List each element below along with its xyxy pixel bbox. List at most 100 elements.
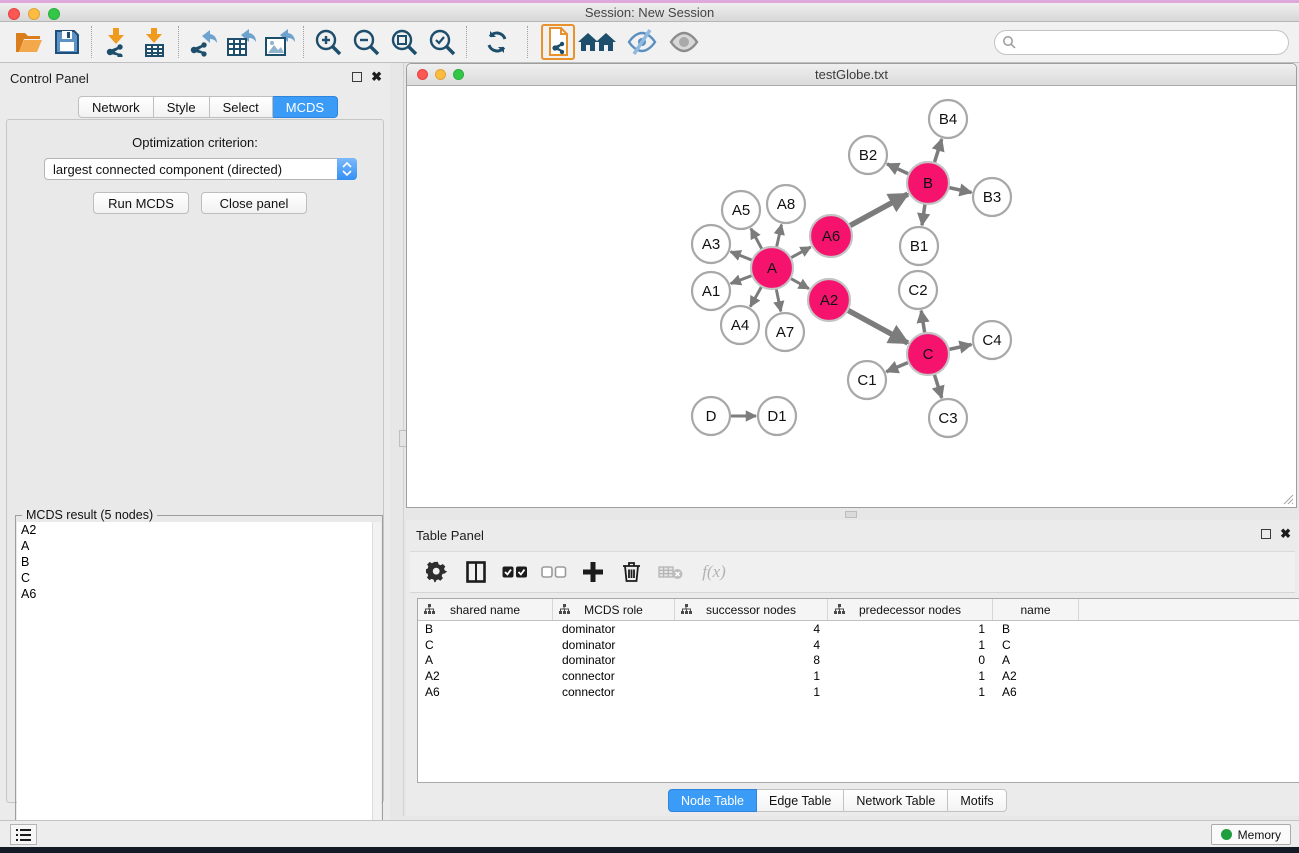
export-image-icon[interactable] (260, 24, 298, 60)
criterion-dropdown[interactable]: largest connected component (directed) (44, 158, 357, 180)
table-row[interactable]: A2connector11A2 (418, 668, 1299, 684)
table-cell[interactable]: connector (553, 685, 675, 699)
table-cell[interactable]: A2 (418, 669, 553, 683)
delete-icon[interactable] (613, 554, 650, 590)
tab-edge-table[interactable]: Edge Table (757, 789, 844, 812)
attribute-icon (681, 604, 692, 615)
table-cell[interactable]: A (993, 653, 1079, 667)
table-row[interactable]: Cdominator41C (418, 637, 1299, 653)
mcds-result-list[interactable]: A2ABCA6 (17, 522, 372, 853)
tab-mcds[interactable]: MCDS (273, 96, 338, 118)
column-header[interactable]: shared name (418, 599, 553, 620)
delete-table-icon[interactable] (652, 554, 689, 590)
export-network-icon[interactable] (184, 24, 222, 60)
close-panel-button[interactable]: Close panel (201, 192, 307, 214)
deselect-all-icon[interactable] (535, 554, 572, 590)
table-cell[interactable]: A (418, 653, 553, 667)
export-table-icon[interactable] (222, 24, 260, 60)
toolbar-separator (527, 26, 528, 58)
table-cell[interactable]: B (418, 622, 553, 636)
network-graph[interactable]: B4B2BB3B1C2A5A8A3A6AA1A2A4A7C4CC1C3DD1 (407, 86, 1296, 507)
table-cell[interactable]: 1 (828, 669, 993, 683)
table-cell[interactable]: 1 (828, 685, 993, 699)
zoom-in-icon[interactable] (309, 24, 347, 60)
table-cell[interactable]: dominator (553, 622, 675, 636)
zoom-fit-icon[interactable] (385, 24, 423, 60)
float-panel-icon[interactable] (352, 72, 362, 82)
table-row[interactable]: A6connector11A6 (418, 684, 1299, 700)
network-file-icon[interactable] (541, 24, 575, 60)
table-cell[interactable]: 1 (828, 638, 993, 652)
tab-node-table[interactable]: Node Table (668, 789, 757, 812)
add-icon[interactable] (574, 554, 611, 590)
table-cell[interactable]: 0 (828, 653, 993, 667)
memory-button[interactable]: Memory (1211, 824, 1291, 845)
table-cell[interactable]: C (993, 638, 1079, 652)
graph-node-label: D1 (767, 408, 786, 425)
table-cell[interactable]: A6 (418, 685, 553, 699)
tab-select[interactable]: Select (210, 96, 273, 118)
table-cell[interactable]: A6 (993, 685, 1079, 699)
table-row[interactable]: Adominator80A (418, 653, 1299, 669)
zoom-selected-icon[interactable] (423, 24, 461, 60)
tab-motifs[interactable]: Motifs (948, 789, 1006, 812)
open-folder-icon[interactable] (10, 24, 48, 60)
result-scrollbar[interactable] (372, 522, 381, 853)
result-item[interactable]: B (17, 554, 372, 570)
tab-style[interactable]: Style (154, 96, 210, 118)
tab-network-table[interactable]: Network Table (844, 789, 948, 812)
table-cell[interactable]: C (418, 638, 553, 652)
close-panel-icon[interactable]: ✖ (1280, 529, 1291, 539)
hide-details-icon[interactable] (619, 24, 665, 60)
graph-node-label: A3 (702, 236, 720, 253)
table-cell[interactable]: 1 (675, 669, 828, 683)
gear-icon[interactable] (418, 554, 455, 590)
mcds-result-group: MCDS result (5 nodes) A2ABCA6 (15, 515, 383, 853)
network-view-window: testGlobe.txt B4B2BB3B1C2A5A8A3A6AA1A2A4… (406, 63, 1297, 508)
network-window-titlebar[interactable]: testGlobe.txt (407, 64, 1296, 86)
table-cell[interactable]: dominator (553, 653, 675, 667)
table-row[interactable]: Bdominator41B (418, 621, 1299, 637)
search-icon (1002, 35, 1016, 49)
zoom-out-icon[interactable] (347, 24, 385, 60)
table-splitter-handle[interactable] (845, 511, 857, 518)
criterion-value: largest connected component (directed) (45, 162, 337, 177)
app-titlebar: Session: New Session (0, 3, 1299, 22)
result-item[interactable]: A2 (17, 522, 372, 538)
run-mcds-button[interactable]: Run MCDS (93, 192, 189, 214)
column-view-icon[interactable] (457, 554, 494, 590)
table-cell[interactable]: 4 (675, 622, 828, 636)
task-history-button[interactable] (10, 824, 37, 845)
table-cell[interactable]: connector (553, 669, 675, 683)
table-cell[interactable]: A2 (993, 669, 1079, 683)
table-cell[interactable]: 1 (675, 685, 828, 699)
mcds-result-title: MCDS result (5 nodes) (22, 508, 157, 522)
column-header[interactable]: MCDS role (553, 599, 675, 620)
column-header[interactable]: predecessor nodes (828, 599, 993, 620)
graph-node-label: C2 (908, 282, 927, 299)
resize-grip-icon[interactable] (1280, 491, 1294, 505)
table-cell[interactable]: 4 (675, 638, 828, 652)
close-panel-icon[interactable]: ✖ (371, 72, 382, 82)
table-cell[interactable]: 8 (675, 653, 828, 667)
eye-icon[interactable] (665, 24, 703, 60)
network-canvas[interactable]: B4B2BB3B1C2A5A8A3A6AA1A2A4A7C4CC1C3DD1 (407, 86, 1296, 507)
result-item[interactable]: C (17, 570, 372, 586)
result-item[interactable]: A6 (17, 586, 372, 602)
refresh-icon[interactable] (478, 24, 516, 60)
table-cell[interactable]: dominator (553, 638, 675, 652)
float-panel-icon[interactable] (1261, 529, 1271, 539)
import-network-icon[interactable] (97, 24, 135, 60)
home-icon[interactable] (575, 24, 619, 60)
save-icon[interactable] (48, 24, 86, 60)
column-header[interactable]: name (993, 599, 1079, 620)
import-table-icon[interactable] (135, 24, 173, 60)
table-cell[interactable]: 1 (828, 622, 993, 636)
table-cell[interactable]: B (993, 622, 1079, 636)
tab-network[interactable]: Network (78, 96, 154, 118)
function-builder-icon[interactable]: f(x) (691, 554, 737, 590)
search-input[interactable] (994, 30, 1289, 55)
result-item[interactable]: A (17, 538, 372, 554)
select-all-icon[interactable] (496, 554, 533, 590)
column-header[interactable]: successor nodes (675, 599, 828, 620)
